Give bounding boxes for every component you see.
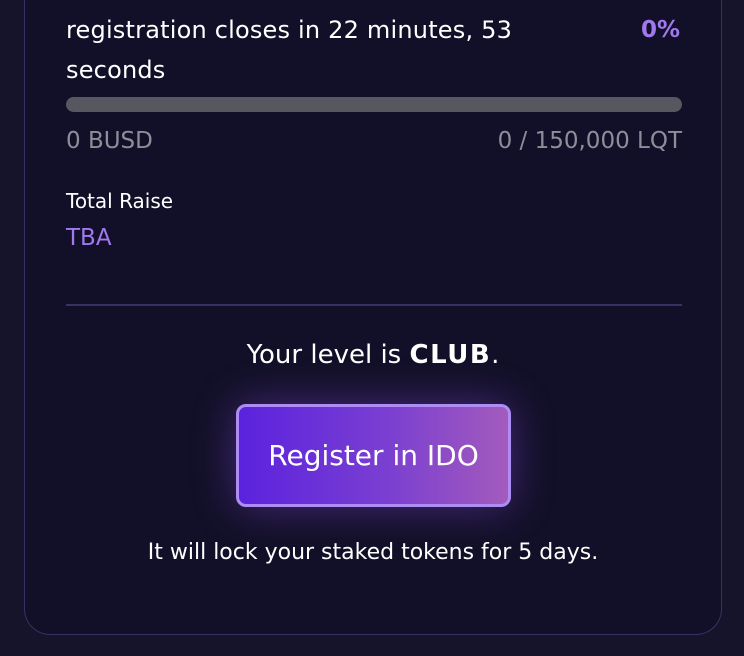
total-raise-label: Total Raise [66,189,174,213]
registration-countdown: registration closes in 22 minutes, 53 se… [66,16,513,84]
token-cap: 0 / 150,000 LQT [497,128,682,154]
progress-bar [66,97,682,112]
raised-amount: 0 BUSD [66,128,153,154]
total-raise-value: TBA [66,225,112,251]
register-ido-button[interactable]: Register in IDO [236,404,511,507]
level-suffix: . [491,340,500,370]
progress-percent: 0% [640,17,680,43]
section-divider [66,304,682,306]
level-name: CLUB [409,340,492,370]
user-level: Your level is CLUB. [24,336,722,374]
level-prefix: Your level is [246,340,410,370]
lock-notice: It will lock your staked tokens for 5 da… [147,540,599,565]
